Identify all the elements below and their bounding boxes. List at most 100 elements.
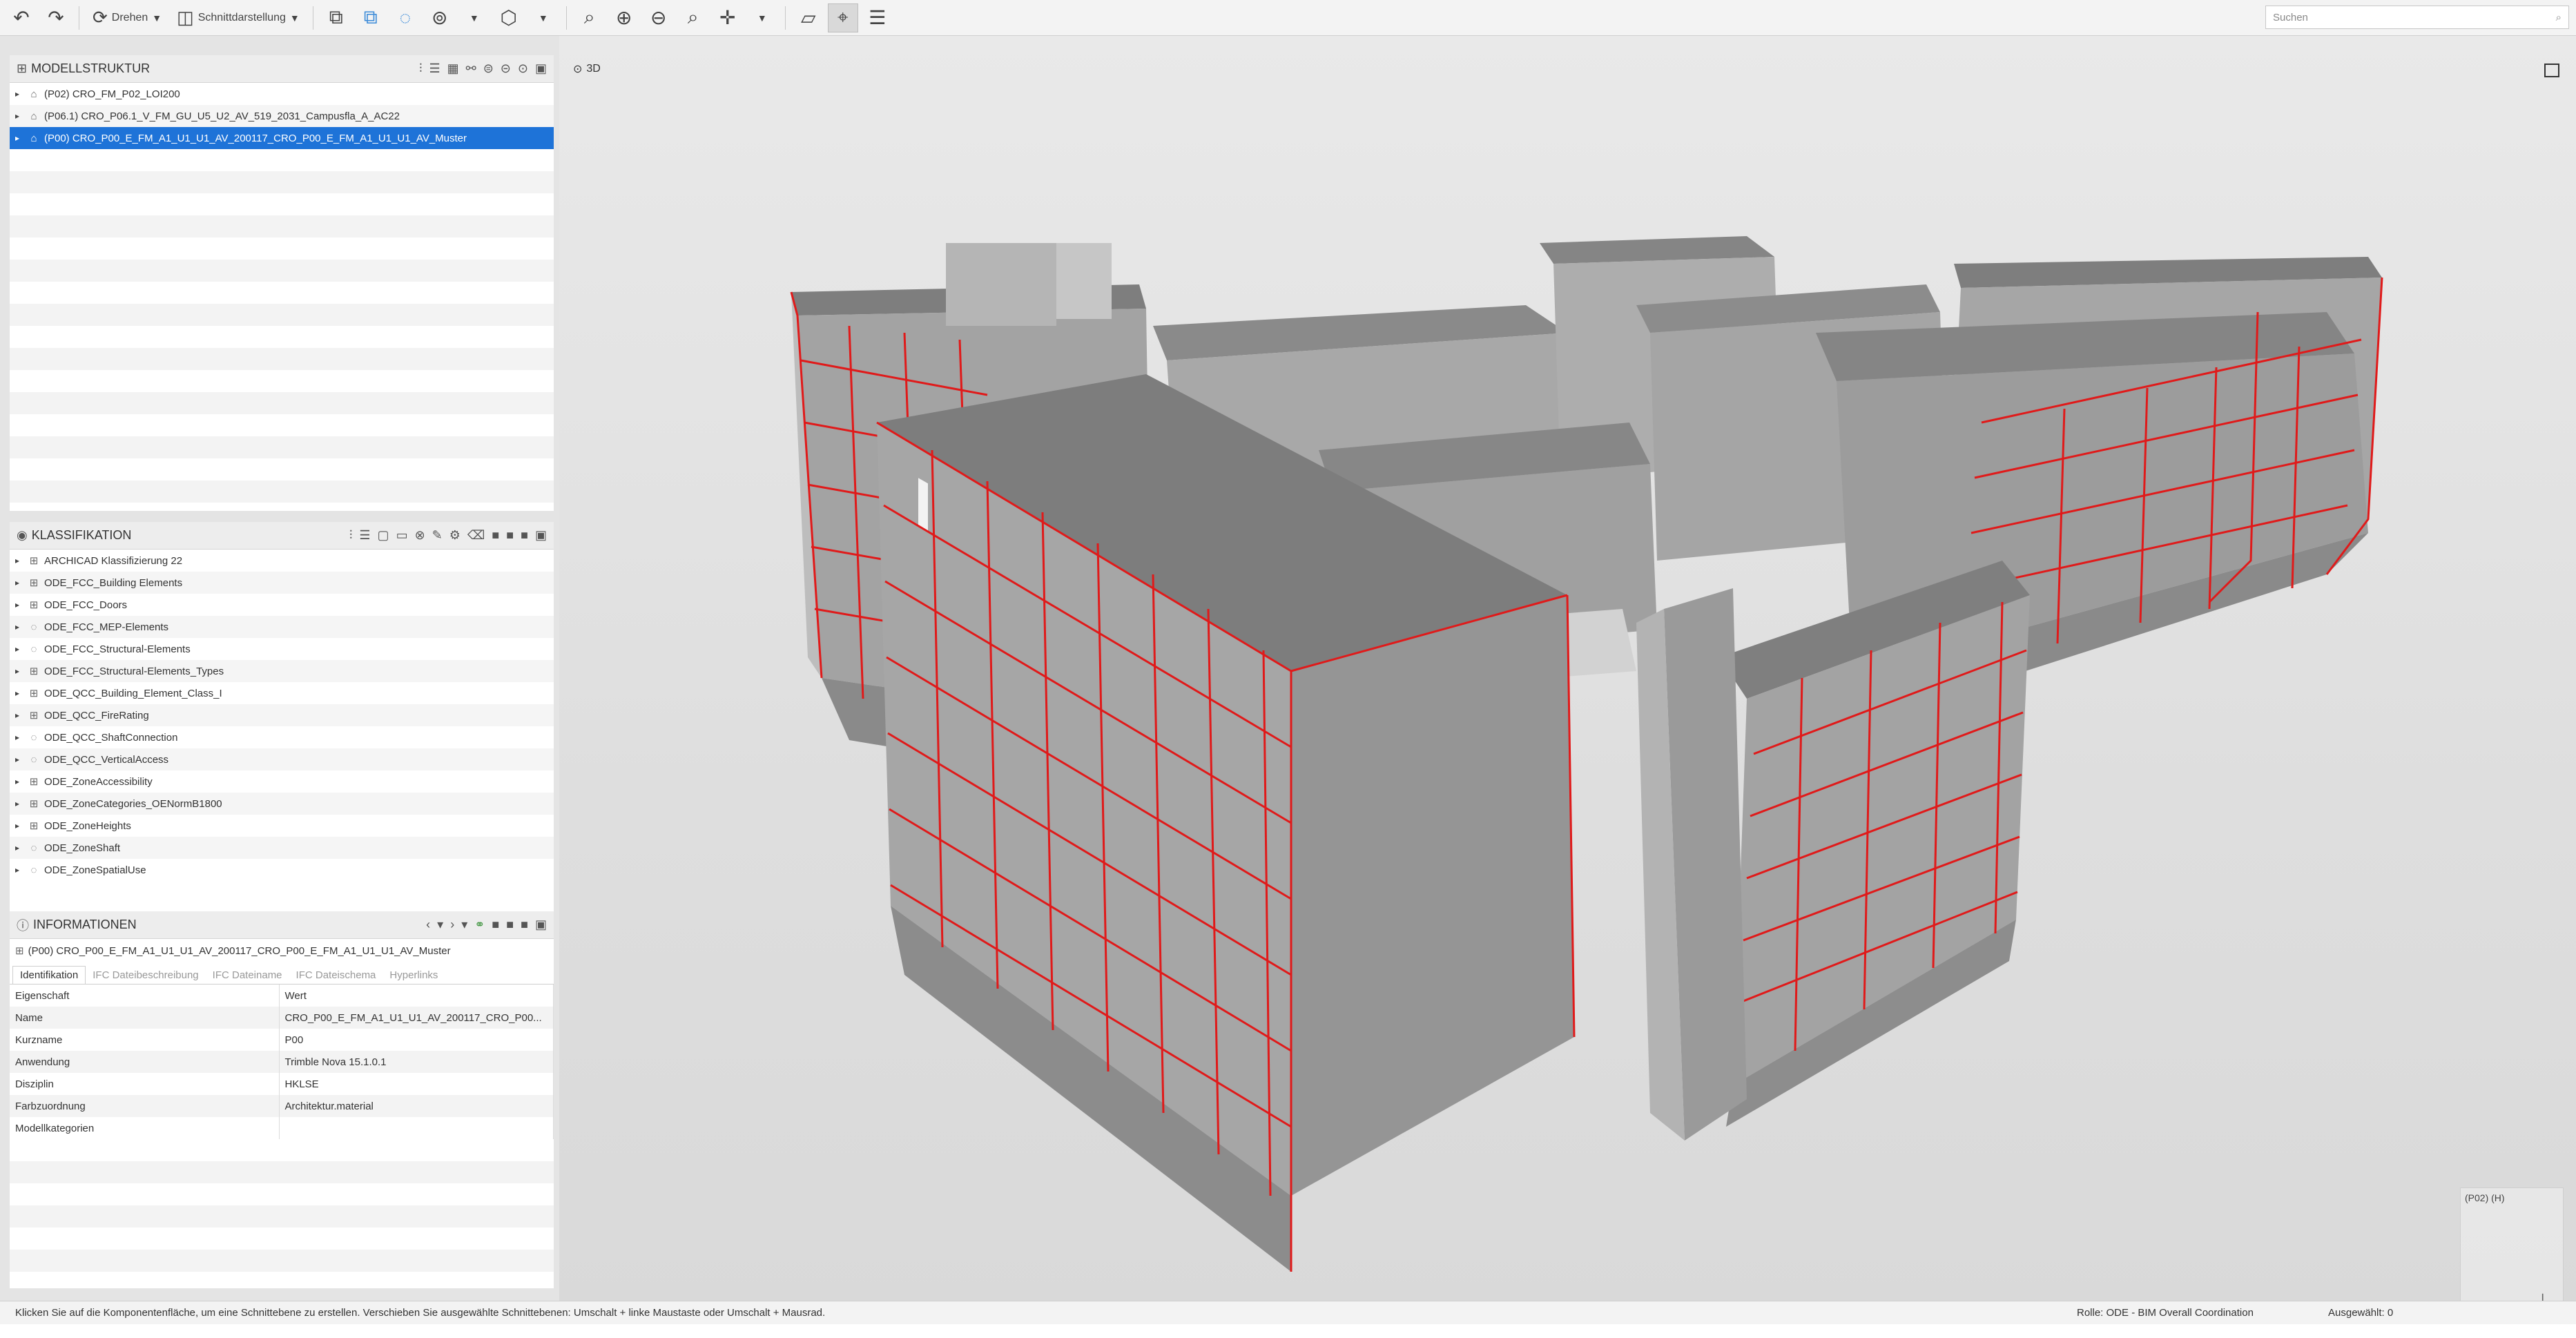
pan-dropdown-icon[interactable]: ▼ <box>747 3 777 32</box>
remove-icon[interactable]: ⊗ <box>415 528 425 543</box>
new-icon[interactable]: ▢ <box>378 528 389 543</box>
delete-icon[interactable]: ⌫ <box>467 528 485 543</box>
filter-icon[interactable]: ⫶ <box>349 528 353 543</box>
table-row[interactable]: Name CRO_P00_E_FM_A1_U1_U1_AV_200117_CRO_… <box>10 1007 554 1029</box>
building-wing-front-right[interactable] <box>1719 561 2030 1127</box>
classification-item[interactable]: ▸ ◌ ODE_FCC_MEP-Elements <box>10 616 554 638</box>
visibility-dropdown-icon[interactable]: ▼ <box>459 3 490 32</box>
expand-icon[interactable]: ⊝ <box>501 61 511 76</box>
grey-box-icon[interactable]: ■ <box>506 528 514 543</box>
tree-link-icon[interactable]: ⚯ <box>466 61 476 76</box>
classification-item[interactable]: ▸ ⊞ ODE_QCC_FireRating <box>10 704 554 726</box>
building-model[interactable] <box>559 36 2576 1310</box>
tree-item[interactable]: ▸ ⌂ (P02) CRO_FM_P02_LOI200 <box>10 83 554 105</box>
tree-item[interactable]: ▸ ⌂ (P06.1) CRO_P06.1_V_FM_GU_U5_U2_AV_5… <box>10 105 554 127</box>
classification-item[interactable]: ▸ ◌ ODE_ZoneShaft <box>10 837 554 859</box>
rotate-dropdown[interactable]: ⟳ Drehen ▼ <box>87 3 167 32</box>
expand-arrow-icon[interactable]: ▸ <box>15 89 26 99</box>
classification-item[interactable]: ▸ ◌ ODE_QCC_ShaftConnection <box>10 726 554 748</box>
zoom-fit-icon[interactable]: ⌕ <box>574 3 605 32</box>
expand-arrow-icon[interactable]: ▸ <box>15 777 26 786</box>
tree-grid-icon[interactable]: ▦ <box>447 61 459 76</box>
zoom-out-icon[interactable]: ⊖ <box>643 3 674 32</box>
edit-icon[interactable]: ✎ <box>432 528 443 543</box>
classification-item[interactable]: ▸ ◌ ODE_QCC_VerticalAccess <box>10 748 554 770</box>
tree-item-selected[interactable]: ▸ ⌂ (P00) CRO_P00_E_FM_A1_U1_U1_AV_20011… <box>10 127 554 149</box>
3d-viewport[interactable]: ⊙ 3D (P02) (H) ⊥ <box>559 36 2576 1319</box>
expand-arrow-icon[interactable]: ▸ <box>15 111 26 121</box>
layers-icon[interactable]: ☰ <box>862 3 893 32</box>
search-box[interactable]: Suchen ⌕ <box>2265 6 2569 29</box>
maximize-panel-icon[interactable]: ▣ <box>535 528 547 543</box>
classification-item[interactable]: ▸ ◌ ODE_FCC_Structural-Elements <box>10 638 554 660</box>
section-plane-icon[interactable]: ▱ <box>793 3 824 32</box>
column-header[interactable]: Eigenschaft <box>10 985 280 1007</box>
classification-item[interactable]: ▸ ⊞ ODE_FCC_Structural-Elements_Types <box>10 660 554 682</box>
tab-ifc-file-schema[interactable]: IFC Dateischema <box>289 967 383 984</box>
link-icon[interactable]: ⚭ <box>474 918 485 932</box>
tab-ifc-file-name[interactable]: IFC Dateiname <box>206 967 289 984</box>
classification-item[interactable]: ▸ ⊞ ARCHICAD Klassifizierung 22 <box>10 550 554 572</box>
section-view-dropdown[interactable]: ◫ Schnittdarstellung ▼ <box>171 3 305 32</box>
forward-dropdown-icon[interactable]: ▾ <box>461 918 467 932</box>
table-row[interactable]: Modellkategorien <box>10 1117 554 1139</box>
tab-hyperlinks[interactable]: Hyperlinks <box>382 967 445 984</box>
expand-arrow-icon[interactable]: ▸ <box>15 600 26 610</box>
list-icon[interactable]: ☰ <box>359 528 370 543</box>
classification-item[interactable]: ▸ ⊞ ODE_FCC_Doors <box>10 594 554 616</box>
zoom-window-icon[interactable]: ⌕ <box>678 3 708 32</box>
isolate-icon[interactable]: ◌ <box>390 3 420 32</box>
expand-arrow-icon[interactable]: ▸ <box>15 821 26 831</box>
collapse-icon[interactable]: ⊜ <box>483 61 494 76</box>
section-box-icon[interactable]: ⌖ <box>827 3 858 32</box>
classification-item[interactable]: ▸ ◌ ODE_ZoneSpatialUse <box>10 859 554 881</box>
history-dropdown-icon[interactable]: ▾ <box>437 918 443 932</box>
view-cube-icon[interactable]: ⬡ <box>494 3 524 32</box>
expand-arrow-icon[interactable]: ▸ <box>15 710 26 720</box>
expand-arrow-icon[interactable]: ▸ <box>15 733 26 742</box>
expand-arrow-icon[interactable]: ▸ <box>15 644 26 654</box>
classification-item[interactable]: ▸ ⊞ ODE_ZoneCategories_OENormB1800 <box>10 793 554 815</box>
model-cubes-icon[interactable]: ⧉ <box>321 3 351 32</box>
classification-item[interactable]: ▸ ⊞ ODE_ZoneHeights <box>10 815 554 837</box>
settings-icon[interactable]: ⚙ <box>449 528 461 543</box>
tree-filter-icon[interactable]: ⫶ <box>419 61 423 76</box>
expand-arrow-icon[interactable]: ▸ <box>15 688 26 698</box>
grey-box-icon[interactable]: ■ <box>492 918 499 932</box>
expand-arrow-icon[interactable]: ▸ <box>15 133 26 143</box>
tab-identification[interactable]: Identifikation <box>12 966 86 984</box>
table-row[interactable]: Anwendung Trimble Nova 15.1.0.1 <box>10 1051 554 1073</box>
expand-arrow-icon[interactable]: ▸ <box>15 578 26 588</box>
expand-arrow-icon[interactable]: ▸ <box>15 865 26 875</box>
back-icon[interactable]: ‹ <box>426 918 430 932</box>
column-header[interactable]: Wert <box>279 985 554 1007</box>
grey-box-icon[interactable]: ■ <box>521 918 528 932</box>
expand-arrow-icon[interactable]: ▸ <box>15 799 26 808</box>
expand-arrow-icon[interactable]: ▸ <box>15 622 26 632</box>
search-input[interactable]: Suchen <box>2273 12 2308 23</box>
view-dropdown-icon[interactable]: ▼ <box>528 3 559 32</box>
table-row[interactable]: Kurzname P00 <box>10 1029 554 1051</box>
zoom-in-icon[interactable]: ⊕ <box>609 3 639 32</box>
expand-arrow-icon[interactable]: ▸ <box>15 843 26 853</box>
model-cubes-alt-icon[interactable]: ⧉ <box>356 3 386 32</box>
tree-list-icon[interactable]: ☰ <box>429 61 440 76</box>
grey-box-icon[interactable]: ■ <box>492 528 499 543</box>
folder-icon[interactable]: ▭ <box>396 528 408 543</box>
classification-item[interactable]: ▸ ⊞ ODE_QCC_Building_Element_Class_I <box>10 682 554 704</box>
search-icon[interactable]: ⌕ <box>2556 12 2562 23</box>
classification-item[interactable]: ▸ ⊞ ODE_ZoneAccessibility <box>10 770 554 793</box>
building-corner-tower[interactable] <box>1636 588 1747 1141</box>
maximize-panel-icon[interactable]: ▣ <box>535 61 547 76</box>
redo-icon[interactable]: ↷ <box>41 3 71 32</box>
pan-icon[interactable]: ✛ <box>713 3 743 32</box>
expand-arrow-icon[interactable]: ▸ <box>15 755 26 764</box>
expand-arrow-icon[interactable]: ▸ <box>15 556 26 565</box>
grey-box-icon[interactable]: ■ <box>506 918 514 932</box>
tab-ifc-file-description[interactable]: IFC Dateibeschreibung <box>86 967 205 984</box>
undo-icon[interactable]: ↶ <box>6 3 37 32</box>
table-row[interactable]: Farbzuordnung Architektur.material <box>10 1095 554 1117</box>
table-row[interactable]: Disziplin HKLSE <box>10 1073 554 1095</box>
navigation-cube[interactable]: (P02) (H) ⊥ <box>2460 1187 2564 1319</box>
classification-item[interactable]: ▸ ⊞ ODE_FCC_Building Elements <box>10 572 554 594</box>
